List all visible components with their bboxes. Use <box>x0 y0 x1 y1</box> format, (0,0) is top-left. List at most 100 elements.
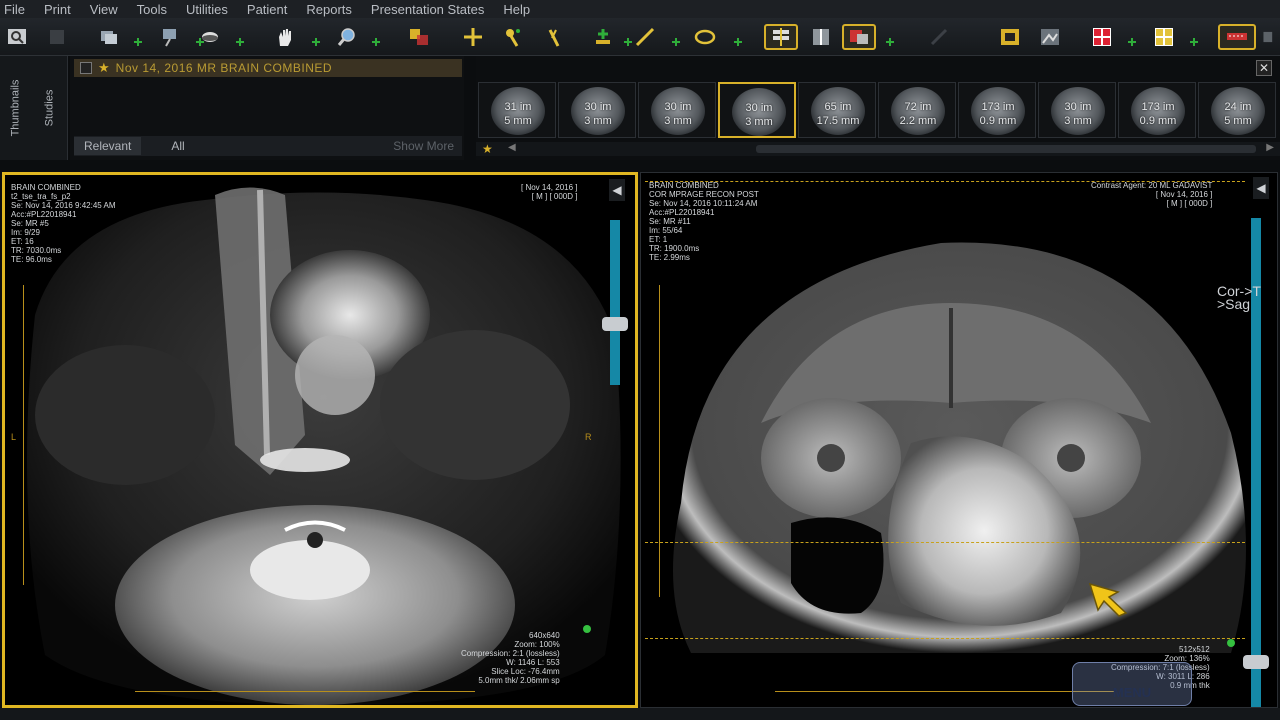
reference-lines-icon[interactable] <box>806 24 836 50</box>
menu-help[interactable]: Help <box>503 2 530 17</box>
add-icon[interactable] <box>312 38 320 46</box>
menu-button[interactable]: MENU <box>1072 662 1192 706</box>
series-thumbnail[interactable]: 173 im 0.9 mm <box>1118 82 1196 138</box>
key-image-icon[interactable] <box>1036 24 1064 50</box>
menu-view[interactable]: View <box>90 2 118 17</box>
thumbnail-image-count: 30 im <box>584 101 612 113</box>
series-thumbnail[interactable]: 31 im 5 mm <box>478 82 556 138</box>
all-button[interactable]: All <box>161 139 194 153</box>
menu-reports[interactable]: Reports <box>306 2 352 17</box>
image-scrollbar[interactable] <box>610 220 620 385</box>
add-icon[interactable] <box>1128 38 1136 46</box>
tab-studies[interactable]: Studies <box>36 60 62 156</box>
thumbnail-image-count: 65 im <box>824 101 852 113</box>
scroll-right-icon[interactable]: ▶ <box>1266 142 1274 153</box>
line-measure-icon[interactable] <box>632 24 658 50</box>
crosshair-icon[interactable] <box>460 24 486 50</box>
side-tabs: Thumbnails Studies <box>0 56 68 160</box>
magic-wand-icon[interactable] <box>542 24 568 50</box>
add-icon[interactable] <box>134 38 142 46</box>
series-info-overlay: BRAIN COMBINED t2_tse_tra_fs_p2 Se: Nov … <box>11 183 116 264</box>
series-info-overlay: BRAIN COMBINED COR MPRAGE RECON POST Se:… <box>649 181 759 262</box>
thumbnail-scrollbar[interactable]: ★ ◀ ▶ <box>476 142 1280 156</box>
search-study-icon[interactable] <box>4 24 30 50</box>
stack-scroll-icon[interactable] <box>764 24 798 50</box>
thumbnail-scroll-thumb[interactable] <box>756 145 1256 153</box>
study-checkbox[interactable] <box>80 62 92 74</box>
study-row[interactable]: ★ Nov 14, 2016 MR BRAIN COMBINED <box>74 59 462 77</box>
thumbnail-image-count: 30 im <box>745 102 773 114</box>
reference-line-bottom <box>645 638 1245 639</box>
pan-hand-icon[interactable] <box>272 24 298 50</box>
add-icon[interactable] <box>624 38 632 46</box>
image-scroll-thumb[interactable] <box>1243 655 1269 669</box>
thumbnail-thickness: 3 mm <box>745 116 773 128</box>
layout-grid-red-icon[interactable] <box>1088 24 1116 50</box>
thumbnail-strip: ✕ 31 im 5 mm 30 im 3 mm 30 im 3 mm 30 im 3 mm 65… <box>476 56 1280 160</box>
menu-utilities[interactable]: Utilities <box>186 2 228 17</box>
series-thumbnail[interactable]: 30 im 3 mm <box>718 82 796 138</box>
layout-grid-yellow-icon[interactable] <box>1150 24 1178 50</box>
orientation-right-label: R <box>585 432 592 442</box>
link-series-icon[interactable] <box>842 24 876 50</box>
series-thumbnail[interactable]: 24 im 5 mm <box>1198 82 1276 138</box>
thumbnail-thickness: 2.2 mm <box>899 115 937 127</box>
status-bar <box>0 708 1280 720</box>
layout-stack-icon[interactable] <box>96 24 122 50</box>
disabled-tool-icon[interactable] <box>926 24 952 50</box>
tab-thumbnails[interactable]: Thumbnails <box>2 60 28 156</box>
zoom-icon[interactable] <box>334 24 360 50</box>
thumbnail-image-count: 173 im <box>1141 101 1175 113</box>
menu-file[interactable]: File <box>4 2 25 17</box>
series-thumbnail[interactable]: 30 im 3 mm <box>1038 82 1116 138</box>
series-thumbnail[interactable]: 30 im 3 mm <box>558 82 636 138</box>
study-panel: ★ Nov 14, 2016 MR BRAIN COMBINED Relevan… <box>70 56 464 160</box>
image-params-overlay: 640x640 Zoom: 100% Compression: 2:1 (los… <box>461 631 560 685</box>
add-icon[interactable] <box>734 38 742 46</box>
add-icon[interactable] <box>672 38 680 46</box>
viewport-menu-arrow-icon[interactable]: ◀ <box>609 179 625 201</box>
add-icon[interactable] <box>236 38 244 46</box>
window-level-icon[interactable] <box>197 24 223 50</box>
series-thumbnail[interactable]: 173 im 0.9 mm <box>958 82 1036 138</box>
cine-icon[interactable] <box>996 24 1024 50</box>
date-overlay: [ Nov 14, 2016 ] [ M ] [ 000D ] <box>521 183 578 201</box>
reference-line-mid <box>645 542 1245 543</box>
thumbnail-thickness: 3 mm <box>664 115 692 127</box>
menu-presentation-states[interactable]: Presentation States <box>371 2 484 17</box>
thumbnail-image-count: 30 im <box>664 101 692 113</box>
toolbar-overflow-icon[interactable] <box>1262 24 1278 50</box>
annotation-icon[interactable] <box>590 24 616 50</box>
menu-tools[interactable]: Tools <box>137 2 167 17</box>
close-icon[interactable]: ✕ <box>1256 60 1272 76</box>
probe-icon[interactable] <box>500 24 526 50</box>
add-icon[interactable] <box>372 38 380 46</box>
menu-patient[interactable]: Patient <box>247 2 287 17</box>
image-transform-icon[interactable] <box>406 24 432 50</box>
ellipse-roi-icon[interactable] <box>692 24 718 50</box>
star-icon[interactable]: ★ <box>98 60 110 76</box>
hanging-protocol-icon[interactable] <box>1218 24 1256 50</box>
series-thumbnail[interactable]: 72 im 2.2 mm <box>878 82 956 138</box>
series-thumbnail[interactable]: 30 im 3 mm <box>638 82 716 138</box>
viewport-coronal-mprage[interactable]: BRAIN COMBINED COR MPRAGE RECON POST Se:… <box>640 172 1278 708</box>
contrast-date-overlay: Contrast Agent: 20 ML GADAVIST [ Nov 14,… <box>1091 181 1213 208</box>
viewport-axial-t2[interactable]: BRAIN COMBINED t2_tse_tra_fs_p2 Se: Nov … <box>2 172 638 708</box>
add-icon[interactable] <box>886 38 894 46</box>
relevant-button[interactable]: Relevant <box>74 137 142 155</box>
show-more-button[interactable]: Show More <box>393 139 462 153</box>
vertical-ruler <box>659 285 660 597</box>
blank-tool-icon[interactable] <box>44 24 70 50</box>
scroll-left-icon[interactable]: ◀ <box>508 142 516 153</box>
menu-print[interactable]: Print <box>44 2 71 17</box>
series-thumbnail[interactable]: 65 im 17.5 mm <box>798 82 876 138</box>
magnify-lens-icon[interactable] <box>158 24 184 50</box>
star-icon[interactable]: ★ <box>482 142 493 156</box>
thumbnail-image-count: 173 im <box>981 101 1015 113</box>
viewport-menu-arrow-icon[interactable]: ◀ <box>1253 177 1269 199</box>
thumbnail-image-count: 30 im <box>1064 101 1092 113</box>
image-scroll-thumb[interactable] <box>602 317 628 331</box>
add-icon[interactable] <box>1190 38 1198 46</box>
vertical-ruler <box>23 285 24 585</box>
thumbnail-thickness: 17.5 mm <box>816 115 860 127</box>
